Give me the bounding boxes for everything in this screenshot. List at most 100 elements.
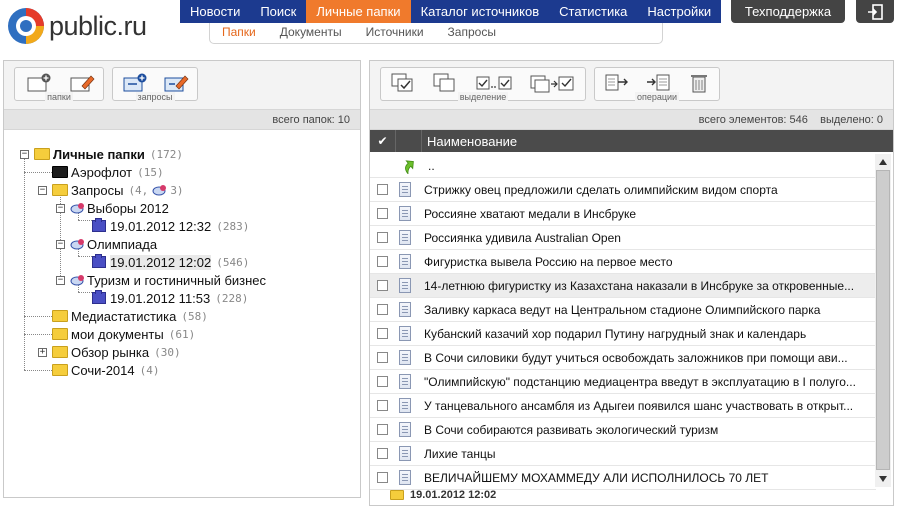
scroll-up-button[interactable] (875, 154, 891, 170)
tree-node-sochi[interactable]: Сочи-2014 (4) (52, 361, 160, 379)
add-query-button[interactable] (121, 72, 149, 94)
tree-node-aeroflot[interactable]: Аэрофлот (15) (52, 163, 164, 181)
nav-source-catalog[interactable]: Каталог источников (411, 0, 550, 23)
tree-expander[interactable]: + (38, 348, 47, 357)
nav-news[interactable]: Новости (180, 0, 250, 23)
tree-node-result-selected[interactable]: 19.01.2012 12:02 (546) (92, 253, 249, 271)
copy-to-folder-button[interactable] (645, 72, 673, 94)
document-row: "Олимпийскую" подстанцию медиацентра вве… (370, 370, 876, 394)
document-title[interactable]: Кубанский казачий хор подарил Путину наг… (424, 327, 864, 341)
select-all-button[interactable] (389, 72, 417, 94)
tree-node-elections[interactable]: Выборы 2012 (70, 199, 169, 217)
document-title[interactable]: Россиянка удивила Australian Open (424, 231, 864, 245)
document-title[interactable]: Россияне хватают медали в Инсбруке (424, 207, 864, 221)
subnav-folders[interactable]: Папки (210, 23, 268, 43)
document-title[interactable]: Стрижку овец предложили сделать олимпийс… (424, 183, 864, 197)
tree-node-label: Личные папки (53, 146, 145, 162)
row-checkbox[interactable] (377, 352, 388, 363)
name-column-header[interactable]: Наименование (422, 134, 517, 149)
row-checkbox[interactable] (377, 232, 388, 243)
row-checkbox[interactable] (377, 472, 388, 483)
subnav-documents[interactable]: Документы (268, 23, 354, 43)
tree-node-count: (58) (181, 309, 208, 323)
tree-expander[interactable]: − (38, 186, 47, 195)
document-row: В Сочи силовики будут учиться освобождат… (370, 346, 876, 370)
tree-expander[interactable]: − (56, 204, 65, 213)
exit-button[interactable] (856, 0, 894, 23)
trash-icon (691, 75, 707, 93)
row-checkbox[interactable] (377, 184, 388, 195)
tree-expander[interactable]: − (56, 240, 65, 249)
invert-selection-icon (530, 75, 574, 93)
nav-personal-folders[interactable]: Личные папки (306, 0, 411, 23)
tree-node-result[interactable]: 19.01.2012 12:32 (283) (92, 217, 249, 235)
document-title[interactable]: Фигуристка вывела Россию на первое место (424, 255, 864, 269)
document-row: Лихие танцы (370, 442, 876, 466)
nav-settings[interactable]: Настройки (637, 0, 721, 23)
row-checkbox[interactable] (377, 208, 388, 219)
tree-node-result[interactable]: 19.01.2012 11:53 (228) (92, 289, 248, 307)
tree-expander[interactable]: − (20, 150, 29, 159)
document-title[interactable]: У танцевального ансамбля из Адыгеи появи… (424, 399, 864, 413)
add-folder-button[interactable] (25, 72, 53, 94)
document-title[interactable]: "Олимпийскую" подстанцию медиацентра вве… (424, 375, 864, 389)
move-to-folder-button[interactable] (603, 72, 631, 94)
open-folder-icon (390, 490, 404, 500)
tree-node-market-review[interactable]: Обзор рынка (30) (52, 343, 181, 361)
tree-node-queries[interactable]: Запросы (4, 3) (52, 181, 184, 199)
edit-folder-button[interactable] (68, 72, 96, 94)
tree-node-label: мои документы (71, 326, 164, 342)
document-icon (399, 254, 411, 269)
tree-node-label: Медиастатистика (71, 308, 177, 324)
document-title[interactable]: Лихие танцы (424, 447, 864, 461)
folders-group-label: папки (45, 92, 73, 102)
document-title[interactable]: ВЕЛИЧАЙШЕМУ МОХАММЕДУ АЛИ ИСПОЛНИЛОСЬ 70… (424, 471, 864, 485)
move-to-folder-icon (605, 74, 628, 91)
row-checkbox[interactable] (377, 328, 388, 339)
deselect-all-button[interactable] (431, 72, 459, 94)
support-button[interactable]: Техподдержка (731, 0, 845, 23)
select-page-button[interactable] (475, 72, 515, 94)
document-title[interactable]: Заливку каркаса ведут на Центральном ста… (424, 303, 864, 317)
invert-selection-button[interactable] (529, 72, 577, 94)
row-checkbox[interactable] (377, 280, 388, 291)
subnav-queries[interactable]: Запросы (436, 23, 508, 43)
tree-node-label: Сочи-2014 (71, 362, 135, 378)
tree-node-my-documents[interactable]: мои документы (61) (52, 325, 195, 343)
edit-query-button[interactable] (162, 72, 190, 94)
row-checkbox[interactable] (377, 256, 388, 267)
scroll-thumb[interactable] (876, 170, 890, 470)
logo-text: public.ru (49, 10, 147, 41)
tree-node-olympics[interactable]: Олимпиада (70, 235, 157, 253)
document-title[interactable]: 14-летнюю фигуристку из Казахстана наказ… (424, 279, 864, 293)
select-all-icon (391, 73, 413, 92)
documents-scrollbar[interactable] (875, 154, 891, 487)
tree-node-root[interactable]: Личные папки (172) (34, 145, 183, 163)
document-icon (399, 326, 411, 341)
delete-button[interactable] (685, 72, 713, 94)
document-title[interactable]: В Сочи собираются развивать экологически… (424, 423, 864, 437)
parent-folder-row[interactable]: .. (370, 154, 876, 178)
row-checkbox[interactable] (377, 424, 388, 435)
nav-search[interactable]: Поиск (250, 0, 306, 23)
scroll-down-button[interactable] (875, 471, 891, 487)
document-icon (399, 350, 411, 365)
row-checkbox[interactable] (377, 304, 388, 315)
tree-node-count: 3) (170, 183, 184, 197)
tree-line (24, 172, 54, 173)
logo[interactable]: public.ru (6, 3, 147, 49)
tree-expander[interactable]: − (56, 276, 65, 285)
tree-node-tourism[interactable]: Туризм и гостиничный бизнес (70, 271, 266, 289)
folder-icon (52, 184, 68, 196)
result-folder-icon (92, 290, 106, 304)
document-icon (399, 278, 411, 293)
tree-node-mediastat[interactable]: Медиастатистика (58) (52, 307, 208, 325)
nav-statistics[interactable]: Статистика (549, 0, 637, 23)
subnav-sources[interactable]: Источники (354, 23, 436, 43)
select-column-header[interactable]: ✔ (370, 130, 396, 152)
document-title[interactable]: В Сочи силовики будут учиться освобождат… (424, 351, 864, 365)
row-checkbox[interactable] (377, 400, 388, 411)
edit-query-icon (164, 75, 189, 92)
row-checkbox[interactable] (377, 448, 388, 459)
row-checkbox[interactable] (377, 376, 388, 387)
